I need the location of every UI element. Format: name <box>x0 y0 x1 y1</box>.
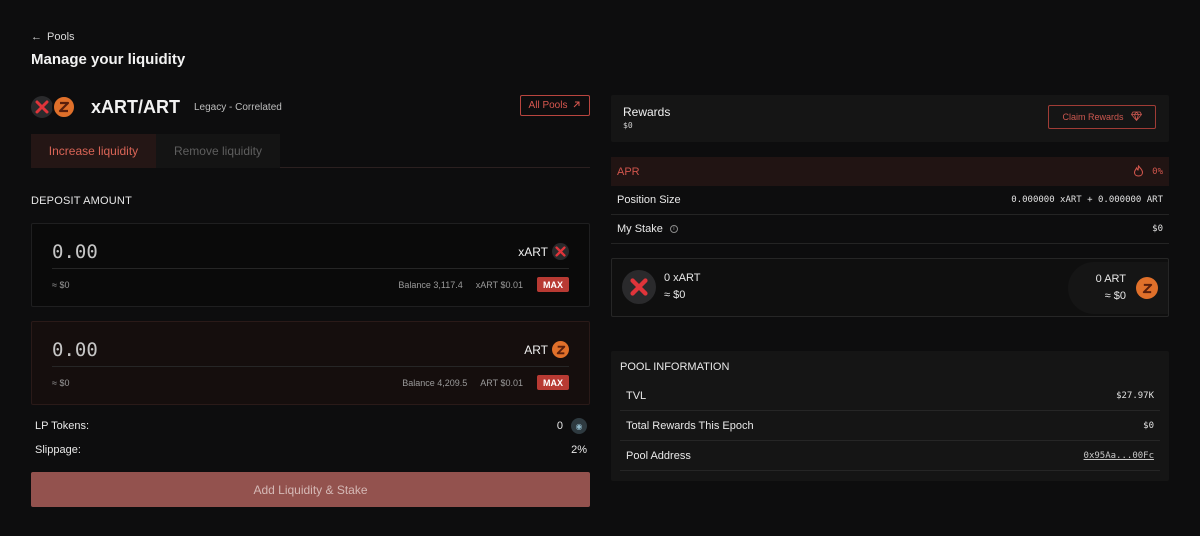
balance-info: Balance 3,117.4 xART $0.01 MAX <box>398 277 569 292</box>
xart-position-text: 0 xART ≈ $0 <box>664 270 700 304</box>
epoch-rewards-value: $0 <box>1143 420 1154 431</box>
balance-info: Balance 4,209.5 ART $0.01 MAX <box>402 375 569 390</box>
pool-information-panel: POOL INFORMATION TVL $27.97K Total Rewar… <box>611 351 1169 481</box>
lp-tokens-label: LP Tokens: <box>35 420 90 432</box>
tab-increase-liquidity[interactable]: Increase liquidity <box>31 134 156 168</box>
position-stats: APR 0% Position Size 0.000000 xART + 0.0… <box>611 157 1169 244</box>
token-price: xART $0.01 <box>475 279 523 290</box>
lp-tokens-value: 0 <box>556 420 563 432</box>
divider <box>52 268 569 269</box>
my-stake-label-group: My Stake i <box>617 223 678 235</box>
rewards-panel: Rewards $0 Claim Rewards <box>611 95 1169 142</box>
external-link-icon <box>572 100 581 112</box>
position-size-row: Position Size 0.000000 xART + 0.000000 A… <box>611 186 1169 215</box>
token-label: ART <box>524 342 548 357</box>
art-token-icon <box>52 95 76 119</box>
max-button[interactable]: MAX <box>537 277 569 292</box>
xart-position-usd: ≈ $0 <box>664 289 686 301</box>
pair-header: xART/ART Legacy - Correlated <box>31 94 282 120</box>
tvl-label: TVL <box>626 389 647 402</box>
liquidity-tabs: Increase liquidity Remove liquidity <box>31 134 590 168</box>
divider <box>52 366 569 367</box>
xart-amount-input[interactable]: 0.00 <box>52 241 98 263</box>
pair-icons <box>31 94 77 120</box>
claim-rewards-label: Claim Rewards <box>1062 112 1124 122</box>
art-token-selector: ART <box>524 341 569 358</box>
lp-tokens-value-group: 0 ◉ <box>557 418 587 434</box>
lp-tokens-row: LP Tokens: 0 ◉ <box>35 418 587 434</box>
token-label: xART <box>518 244 548 259</box>
back-label: Pools <box>47 31 75 43</box>
xart-token-icon <box>552 243 569 260</box>
flame-icon <box>1133 164 1144 179</box>
my-stake-value: $0 <box>1152 224 1163 234</box>
slippage-label: Slippage: <box>35 444 81 456</box>
xart-token-selector: xART <box>518 243 569 260</box>
art-amount-input[interactable]: 0.00 <box>52 339 98 361</box>
my-stake-label: My Stake <box>617 223 663 235</box>
art-position-usd: ≈ $0 <box>1104 290 1126 302</box>
back-to-pools-link[interactable]: ← Pools <box>31 31 75 43</box>
apr-row: APR 0% <box>611 157 1169 186</box>
all-pools-label: All Pools <box>528 100 568 111</box>
art-deposit-card: 0.00 ART ≈ $0 Balance 4,209.5 ART $0.01 … <box>31 321 590 405</box>
slippage-row: Slippage: 2% <box>35 444 587 456</box>
xart-token-icon <box>622 270 656 304</box>
position-size-value: 0.000000 xART + 0.000000 ART <box>1011 195 1163 205</box>
all-pools-button[interactable]: All Pools <box>520 95 590 116</box>
max-button[interactable]: MAX <box>537 375 569 390</box>
balance: Balance 3,117.4 <box>398 279 463 290</box>
epoch-rewards-row: Total Rewards This Epoch $0 <box>620 411 1160 441</box>
usd-value: ≈ $0 <box>52 378 70 388</box>
balance: Balance 4,209.5 <box>402 377 468 388</box>
rewards-value: $0 <box>623 121 633 130</box>
lp-token-icon: ◉ <box>571 418 587 434</box>
usd-value: ≈ $0 <box>52 280 70 290</box>
art-position-amount: 0 ART <box>1095 273 1126 285</box>
tab-remove-liquidity[interactable]: Remove liquidity <box>156 134 280 168</box>
gem-icon <box>1130 111 1142 123</box>
tvl-row: TVL $27.97K <box>620 381 1160 411</box>
pool-address-label: Pool Address <box>626 449 691 462</box>
rewards-title: Rewards <box>623 105 671 119</box>
deposit-amount-label: DEPOSIT AMOUNT <box>31 195 132 207</box>
pool-info-rows: TVL $27.97K Total Rewards This Epoch $0 … <box>620 381 1160 471</box>
add-liquidity-stake-button[interactable]: Add Liquidity & Stake <box>31 472 590 507</box>
apr-label: APR <box>617 165 640 178</box>
info-icon[interactable]: i <box>669 225 678 234</box>
slippage-value[interactable]: 2% <box>571 444 587 456</box>
claim-rewards-button[interactable]: Claim Rewards <box>1048 105 1156 129</box>
art-position-text: 0 ART ≈ $0 <box>1096 271 1126 305</box>
apr-value: 0% <box>1152 166 1163 177</box>
xart-deposit-card: 0.00 xART ≈ $0 Balance 3,117.4 xART $0.0… <box>31 223 590 307</box>
art-token-icon <box>1136 277 1158 299</box>
my-stake-row: My Stake i $0 <box>611 215 1169 244</box>
pool-address-link[interactable]: 0x95Aa...00Fc <box>1084 451 1154 461</box>
xart-position: 0 xART ≈ $0 <box>622 270 700 304</box>
token-price: ART $0.01 <box>480 377 523 388</box>
apr-value-group: 0% <box>1133 164 1163 179</box>
pool-address-row: Pool Address 0x95Aa...00Fc <box>620 441 1160 471</box>
art-position: 0 ART ≈ $0 <box>1068 262 1168 314</box>
pair-name: xART/ART <box>91 96 180 117</box>
epoch-rewards-label: Total Rewards This Epoch <box>626 419 754 432</box>
position-breakdown-card: 0 xART ≈ $0 0 ART ≈ $0 <box>611 258 1169 317</box>
position-size-label: Position Size <box>617 194 681 206</box>
arrow-left-icon: ← <box>31 31 42 43</box>
pool-information-title: POOL INFORMATION <box>620 361 730 373</box>
xart-position-amount: 0 xART <box>664 272 701 284</box>
tvl-value: $27.97K <box>1116 390 1154 401</box>
xart-token-icon <box>31 96 53 118</box>
art-token-icon <box>552 341 569 358</box>
pair-type: Legacy - Correlated <box>194 101 282 113</box>
page-title: Manage your liquidity <box>31 51 186 68</box>
